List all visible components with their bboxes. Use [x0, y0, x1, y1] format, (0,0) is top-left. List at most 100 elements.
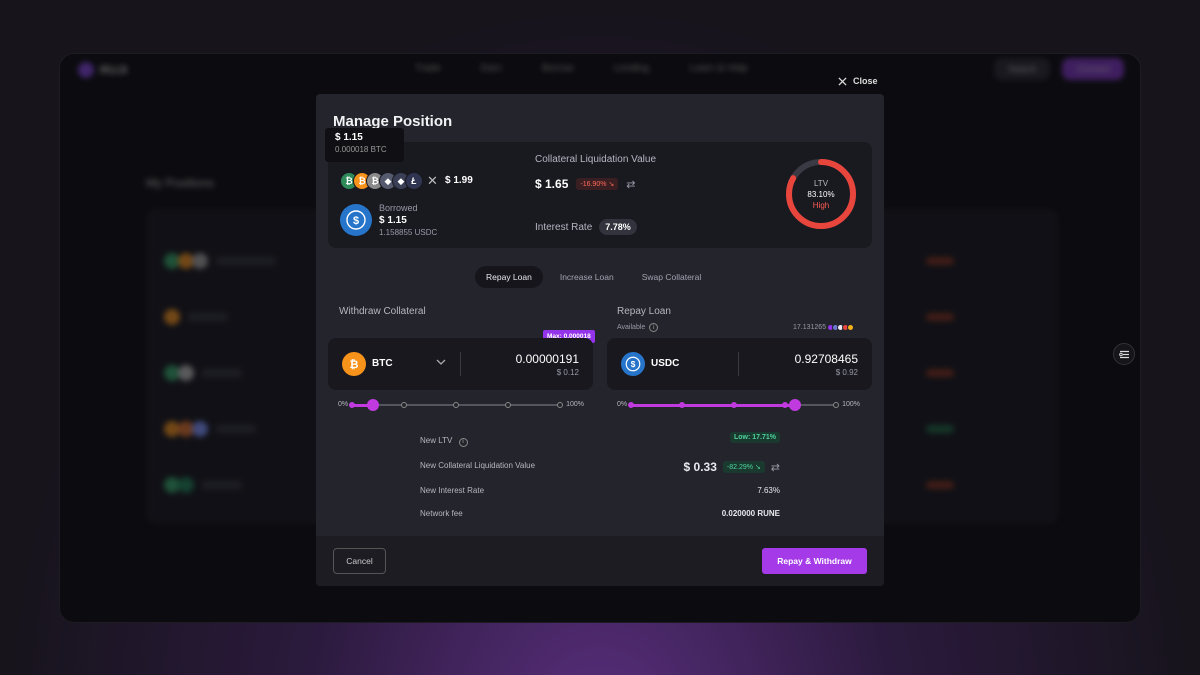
chevron-down-icon[interactable]: [435, 356, 447, 368]
repay-withdraw-button[interactable]: Repay & Withdraw: [762, 548, 867, 574]
collateral-value: $ 1.99: [445, 175, 473, 186]
usdc-icon: $: [340, 204, 372, 236]
tab-increase-loan[interactable]: Increase Loan: [549, 266, 625, 288]
nav-search: Search: [993, 58, 1051, 80]
network-fee-row: Network fee 0.020000 RUNE: [420, 509, 780, 523]
nav-connect: Connect: [1062, 58, 1124, 80]
nav-link: Earn: [480, 63, 502, 74]
ltv-label: LTV: [813, 178, 829, 188]
action-tabs: Repay Loan Increase Loan Swap Collateral: [475, 266, 712, 288]
cancel-button[interactable]: Cancel: [333, 548, 386, 574]
borrowed-label: Borrowed: [379, 203, 418, 213]
borrowed-amount: 1.158855 USDC: [379, 228, 438, 237]
withdraw-slider[interactable]: 0% 100%: [338, 399, 584, 411]
repay-usd: $ 0.92: [835, 368, 858, 377]
new-clv-change-badge: -82.29% ↘: [722, 461, 765, 473]
xrp-icon: ✕: [427, 173, 438, 188]
divider: [738, 352, 739, 376]
available-row: Available i: [617, 323, 659, 332]
filter-button[interactable]: [1113, 343, 1135, 365]
slider-tick[interactable]: [628, 402, 634, 408]
ltv-status: High: [812, 200, 830, 210]
tooltip-amount: 0.000018 BTC: [335, 145, 387, 154]
close-label: Close: [853, 76, 878, 86]
slider-tick[interactable]: [349, 402, 355, 408]
new-interest-rate-label: New Interest Rate: [420, 486, 485, 495]
app-nav: RUJI Trade Earn Borrow Lending Learn & H…: [60, 54, 1140, 84]
nav-links: Trade Earn Borrow Lending Learn & Help: [415, 63, 748, 74]
slider-max: 100%: [566, 401, 584, 408]
info-icon[interactable]: i: [649, 323, 659, 332]
slider-thumb[interactable]: [366, 399, 379, 411]
slider-tick[interactable]: [781, 402, 788, 408]
repay-slider[interactable]: 0% 100%: [617, 399, 860, 411]
slider-tick[interactable]: [505, 402, 511, 408]
slider-min: 0%: [338, 401, 349, 408]
nav-link: Learn & Help: [689, 63, 748, 74]
ltc-icon: Ł: [405, 172, 423, 190]
svg-text:₿: ₿: [350, 359, 359, 371]
swap-arrows-icon[interactable]: ⇄: [771, 461, 780, 474]
tooltip-usd: $ 1.15: [335, 132, 363, 143]
available-amount: 17.131265: [793, 324, 827, 331]
network-fee-value: 0.020000 RUNE: [721, 509, 780, 518]
withdraw-coin-symbol[interactable]: BTC: [372, 358, 393, 369]
withdraw-collateral-label: Withdraw Collateral: [339, 306, 426, 317]
available-coins: [827, 324, 855, 331]
new-ltv-label: New LTV: [420, 436, 453, 445]
borrowed-usd: $ 1.15: [379, 215, 407, 226]
new-clv-row: New Collateral Liquidation Value $ 0.33 …: [420, 460, 780, 475]
interest-rate-label: Interest Rate: [535, 221, 593, 233]
withdraw-input-box: ₿ BTC 0.00000191 $ 0.12: [328, 338, 593, 390]
ltv-value: 83.10%: [807, 189, 835, 199]
clv-label: Collateral Liquidation Value: [535, 154, 657, 165]
usdc-icon: $: [621, 352, 645, 376]
tab-repay-loan[interactable]: Repay Loan: [475, 266, 543, 288]
ltv-readout: LTV 83.10% High: [783, 156, 859, 232]
slider-tick[interactable]: [453, 402, 459, 408]
slider-thumb[interactable]: [789, 399, 801, 411]
new-ltv-value: Low: 17.71%: [729, 432, 780, 443]
slider-fill: [631, 404, 795, 407]
info-icon[interactable]: i: [458, 437, 468, 447]
interest-rate-row: Interest Rate 7.78%: [535, 219, 637, 235]
slider-tick[interactable]: [557, 402, 563, 408]
new-ltv-row: New LTV i Low: 17.71%: [420, 432, 780, 450]
filter-icon: [1118, 350, 1129, 358]
new-interest-rate-value: 7.63%: [757, 486, 780, 495]
manage-position-modal: Manage Position $ 1.15 0.000018 BTC ₿ ₿ …: [316, 94, 884, 586]
slider-tick[interactable]: [401, 402, 407, 408]
nav-link: Lending: [613, 63, 650, 74]
slider-tick[interactable]: [833, 402, 839, 408]
divider: [460, 352, 461, 376]
slider-max: 100%: [842, 401, 860, 408]
btc-icon: ₿: [342, 352, 366, 376]
available-label: Available: [617, 324, 646, 331]
swap-arrows-icon[interactable]: ⇄: [626, 178, 635, 191]
new-interest-rate-row: New Interest Rate 7.63%: [420, 486, 780, 500]
collateral-tooltip: $ 1.15 0.000018 BTC: [325, 128, 404, 162]
repay-input-box: $ USDC 0.92708465 $ 0.92: [607, 338, 872, 390]
svg-text:$: $: [353, 215, 359, 227]
clv-value: $ 1.65: [535, 177, 569, 191]
positions-title: My Positions: [146, 176, 215, 190]
withdraw-amount-input[interactable]: 0.00000191: [516, 352, 579, 366]
app-logo: RUJI: [78, 62, 127, 78]
close-button[interactable]: Close: [838, 76, 878, 86]
slider-tick[interactable]: [730, 402, 737, 408]
new-clv-label: New Collateral Liquidation Value: [420, 461, 536, 470]
close-icon: [838, 76, 847, 86]
nav-right: Search Connect: [993, 58, 1124, 80]
tab-swap-collateral[interactable]: Swap Collateral: [631, 266, 713, 288]
repay-amount-input[interactable]: 0.92708465: [795, 352, 858, 366]
modal-footer: Cancel Repay & Withdraw: [316, 536, 884, 586]
repay-loan-label: Repay Loan: [617, 306, 671, 317]
svg-text:$: $: [631, 360, 636, 369]
slider-tick[interactable]: [679, 402, 686, 408]
clv-value-row: $ 1.65 -16.90% ↘ ⇄: [535, 177, 635, 191]
withdraw-usd: $ 0.12: [556, 368, 579, 377]
collateral-coins[interactable]: ₿ ₿ ₿ ◆ ◆ Ł ✕: [340, 172, 438, 190]
nav-link: Borrow: [541, 63, 574, 74]
clv-change-badge: -16.90% ↘: [576, 178, 619, 190]
new-clv-value: $ 0.33: [683, 460, 717, 474]
